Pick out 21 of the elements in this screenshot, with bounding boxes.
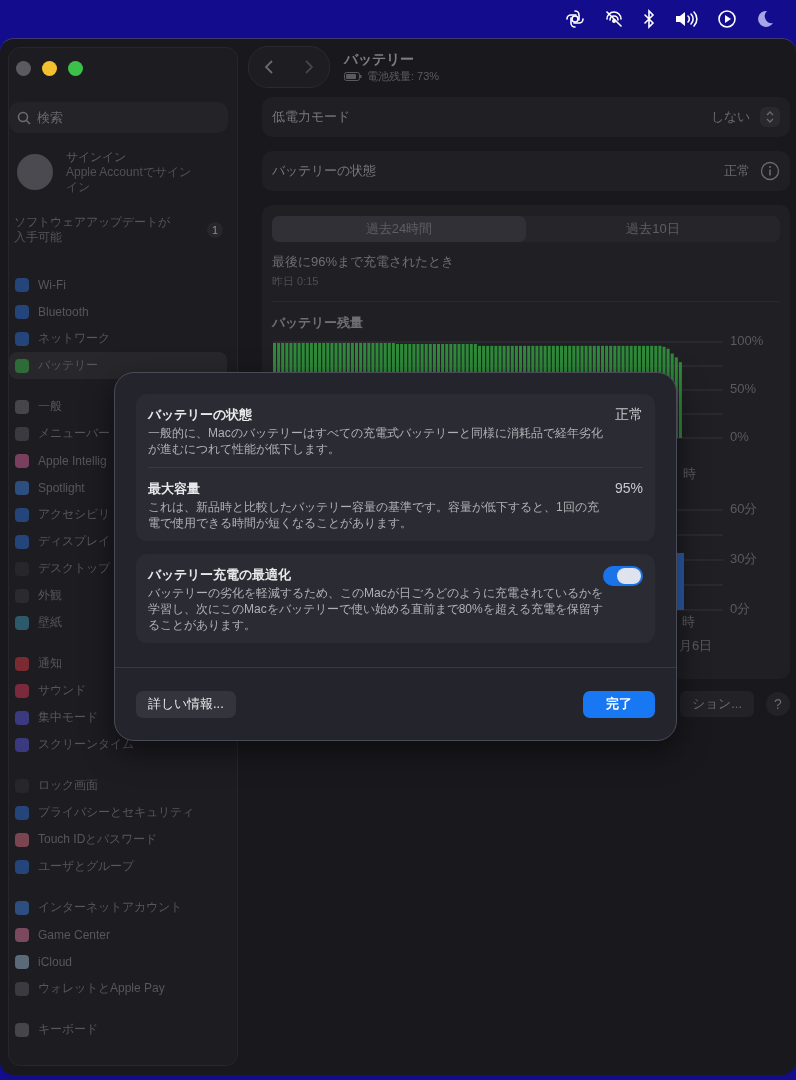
row-label: バッテリーの状態 <box>272 162 376 180</box>
chart-title: バッテリー残量 <box>272 314 364 332</box>
axis-tick-label: 50% <box>730 381 757 397</box>
section-title: バッテリー充電の最適化 <box>148 566 292 584</box>
section-description: バッテリーの劣化を軽減するため、このMacが日ごろどのように充電されているかを学習し、次にこのMacをバッテリーで使い始める直前まで80%を超える充電を保留することがあります。 <box>148 585 603 633</box>
axis-tick-label: 30分 <box>730 551 758 567</box>
section-value: 正常 <box>615 406 643 424</box>
row-label: 低電力モード <box>272 108 350 126</box>
axis-tick-label: 0分 <box>730 601 751 617</box>
section-title: バッテリーの状態 <box>148 406 253 424</box>
count-badge: 1 <box>207 222 223 238</box>
section-value: 95% <box>614 480 643 498</box>
page-title: バッテリー <box>344 50 415 69</box>
section-description: 一般的に、Macのバッテリーはすべての充電式バッテリーと同様に消耗品で経年劣化が進むにつれて性能が低下します。 <box>148 425 604 457</box>
charge-title: 最後に96%まで充電されたとき <box>272 253 456 271</box>
axis-tick-label: 100% <box>730 333 764 349</box>
status-value: 正常 <box>724 162 750 180</box>
axis-tick-label: 0% <box>730 429 749 445</box>
section-description: これは、新品時と比較したバッテリー容量の基準です。容量が低下すると、1回の充電で使用できる時間が短くなることがあります。 <box>148 499 600 531</box>
axis-tick-label: 60分 <box>730 501 758 517</box>
section-title: 最大容量 <box>148 480 201 498</box>
